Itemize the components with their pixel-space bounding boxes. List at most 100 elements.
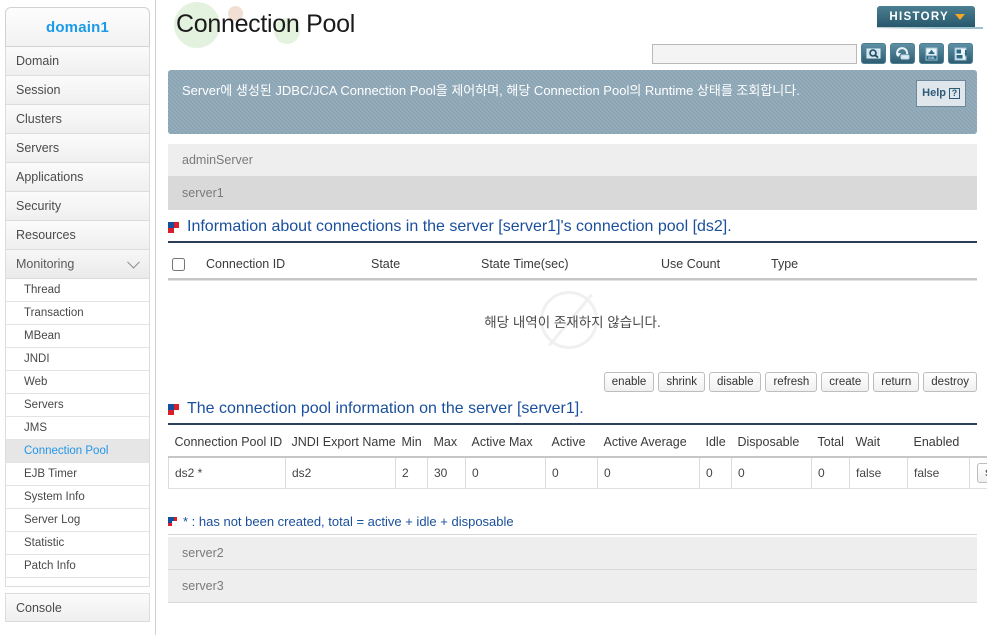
- sidebar-subitem-label: Patch Info: [24, 560, 76, 572]
- pool-section-title-text: The connection pool information on the s…: [187, 400, 584, 417]
- search-icon[interactable]: [861, 43, 886, 64]
- connections-empty-state: 해당 내역이 존재하지 않습니다.: [168, 285, 977, 357]
- sidebar-item-statistic[interactable]: Statistic: [5, 532, 150, 555]
- sidebar-item-applications[interactable]: Applications: [5, 163, 150, 192]
- refresh-icon[interactable]: [890, 43, 915, 64]
- sidebar-item-security[interactable]: Security: [5, 192, 150, 221]
- sidebar-domain-header[interactable]: domain1: [5, 7, 150, 47]
- cell-wait: false: [849, 457, 908, 489]
- stmt-button[interactable]: stmt: [977, 463, 987, 483]
- cell-actions: stmt: [969, 457, 987, 489]
- column-header-state: State: [371, 257, 401, 271]
- section-divider: [168, 423, 977, 425]
- server-row-server3[interactable]: server3: [168, 570, 977, 603]
- shrink-button[interactable]: shrink: [658, 372, 706, 392]
- server-row-server1[interactable]: server1: [168, 177, 977, 210]
- column-header-disposable: Disposable: [731, 430, 812, 458]
- sidebar-item-console[interactable]: Console: [5, 593, 150, 622]
- sidebar-subitem-label: Servers: [24, 399, 64, 411]
- server-row-label: server3: [182, 579, 224, 593]
- column-header-active-max: Active Max: [465, 430, 546, 458]
- sidebar-item-server-log[interactable]: Server Log: [5, 509, 150, 532]
- sidebar-item-transaction[interactable]: Transaction: [5, 302, 150, 325]
- server-row-label: server2: [182, 546, 224, 560]
- refresh-button[interactable]: refresh: [765, 372, 818, 392]
- history-button[interactable]: HISTORY: [877, 6, 975, 27]
- pool-table: Connection Pool ID JNDI Export Name Min …: [168, 430, 987, 489]
- disable-button[interactable]: disable: [709, 372, 762, 392]
- sidebar-item-label: Security: [16, 199, 62, 213]
- column-header-connection-pool-id: Connection Pool ID: [168, 430, 286, 458]
- sidebar-item-label: Console: [16, 600, 62, 615]
- sidebar-subitem-label: Web: [24, 376, 48, 388]
- sidebar-item-session[interactable]: Session: [5, 76, 150, 105]
- help-button[interactable]: Help ?: [916, 80, 966, 107]
- sidebar-item-web[interactable]: Web: [5, 371, 150, 394]
- column-header-max: Max: [427, 430, 466, 458]
- cell-connection-pool-id: ds2 *: [168, 457, 286, 489]
- section-divider: [168, 241, 977, 243]
- server-row-label: server1: [182, 186, 224, 200]
- sidebar-item-connection-pool[interactable]: Connection Pool: [5, 440, 150, 463]
- save-export-icon[interactable]: [948, 43, 973, 64]
- table-row[interactable]: ds2 * ds2 2 30 0 0 0 0 0 0 false false s…: [168, 457, 987, 489]
- destroy-button[interactable]: destroy: [923, 372, 977, 392]
- connections-table-header: Connection ID State State Time(sec) Use …: [168, 250, 977, 278]
- sidebar-item-mbean[interactable]: MBean: [5, 325, 150, 348]
- select-all-checkbox[interactable]: [172, 257, 185, 271]
- server-row-label: adminServer: [182, 153, 253, 167]
- enable-button[interactable]: enable: [603, 372, 655, 392]
- column-header-wait: Wait: [849, 430, 908, 458]
- footnote-divider: [168, 534, 977, 535]
- server-row-server2[interactable]: server2: [168, 537, 977, 570]
- sidebar-subitem-label: Server Log: [24, 514, 81, 526]
- column-header-use-count: Use Count: [661, 257, 721, 271]
- cell-idle: 0: [699, 457, 732, 489]
- column-header-actions: [969, 430, 987, 458]
- sidebar-spacer: [5, 578, 150, 587]
- sidebar-item-servers-sub[interactable]: Servers: [5, 394, 150, 417]
- sidebar-subitem-label: Connection Pool: [24, 445, 109, 457]
- sidebar-subitem-label: Statistic: [24, 537, 65, 549]
- cell-jndi-export-name: ds2: [285, 457, 396, 489]
- cell-min: 2: [395, 457, 428, 489]
- sidebar-item-label: Monitoring: [16, 257, 75, 271]
- sidebar-item-jndi[interactable]: JNDI: [5, 348, 150, 371]
- return-button[interactable]: return: [873, 372, 920, 392]
- cell-disposable: 0: [731, 457, 812, 489]
- xml-export-icon[interactable]: XML: [919, 43, 944, 64]
- column-header-active: Active: [545, 430, 598, 458]
- sidebar-item-domain[interactable]: Domain: [5, 47, 150, 76]
- sidebar-item-servers[interactable]: Servers: [5, 134, 150, 163]
- search-input[interactable]: [652, 43, 857, 64]
- toolbar: XML: [652, 43, 973, 64]
- pool-footnote-text: * : has not been created, total = active…: [183, 514, 514, 529]
- column-header-type: Type: [771, 257, 799, 271]
- sidebar-item-jms[interactable]: JMS: [5, 417, 150, 440]
- sidebar-subitem-label: System Info: [24, 491, 85, 503]
- history-underline: [873, 27, 983, 29]
- sidebar-item-label: Resources: [16, 228, 76, 242]
- sidebar-item-clusters[interactable]: Clusters: [5, 105, 150, 134]
- sidebar-item-thread[interactable]: Thread: [5, 279, 150, 302]
- sidebar-item-resources[interactable]: Resources: [5, 221, 150, 250]
- empty-message: 해당 내역이 존재하지 않습니다.: [484, 315, 661, 330]
- column-header-min: Min: [395, 430, 428, 458]
- sidebar-item-label: Domain: [16, 54, 60, 68]
- chevron-down-icon: [127, 255, 140, 269]
- server-row-adminserver[interactable]: adminServer: [168, 144, 977, 177]
- sidebar-item-ejb-timer[interactable]: EJB Timer: [5, 463, 150, 486]
- sidebar-item-system-info[interactable]: System Info: [5, 486, 150, 509]
- banner-text: Server에 생성된 JDBC/JCA Connection Pool을 제어…: [182, 83, 800, 98]
- sidebar-item-monitoring[interactable]: Monitoring: [5, 250, 150, 279]
- sidebar-item-patch-info[interactable]: Patch Info: [5, 555, 150, 578]
- column-header-active-average: Active Average: [597, 430, 700, 458]
- cell-active-max: 0: [465, 457, 546, 489]
- sidebar-subitem-label: MBean: [24, 330, 61, 342]
- create-button[interactable]: create: [821, 372, 870, 392]
- cell-total: 0: [811, 457, 850, 489]
- info-banner: Server에 생성된 JDBC/JCA Connection Pool을 제어…: [168, 70, 977, 134]
- pool-footnote: * : has not been created, total = active…: [168, 514, 977, 529]
- history-label: HISTORY: [889, 10, 949, 23]
- sidebar-item-label: Session: [16, 83, 61, 97]
